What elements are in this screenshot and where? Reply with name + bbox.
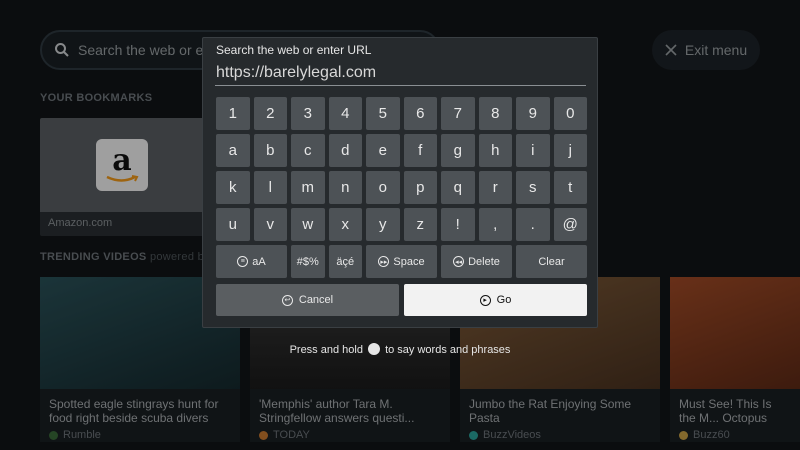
keyboard-keys: 1 2 3 4 5 6 7 8 9 0 a b c d e f g h i j … xyxy=(216,97,587,282)
dialog-actions: ↩ Cancel ▸ Go xyxy=(216,284,587,316)
case-toggle-key[interactable]: ≡ aA xyxy=(216,245,287,278)
key[interactable]: v xyxy=(253,208,287,241)
key[interactable]: 7 xyxy=(441,97,475,130)
key[interactable]: 5 xyxy=(366,97,400,130)
key[interactable]: f xyxy=(403,134,437,167)
back-icon: ↩ xyxy=(281,294,293,306)
key[interactable]: j xyxy=(553,134,587,167)
key[interactable]: z xyxy=(403,208,437,241)
key[interactable]: s xyxy=(516,171,550,204)
key[interactable]: 6 xyxy=(403,97,437,130)
clear-key[interactable]: Clear xyxy=(516,245,587,278)
key[interactable]: 4 xyxy=(328,97,362,130)
key-row-letters-1: a b c d e f g h i j xyxy=(216,134,587,167)
keyboard-dialog: Search the web or enter URL https://bare… xyxy=(202,37,598,328)
key[interactable]: d xyxy=(328,134,362,167)
dialog-title: Search the web or enter URL xyxy=(216,43,372,57)
space-label: Space xyxy=(393,255,425,268)
key[interactable]: 3 xyxy=(291,97,325,130)
key[interactable]: g xyxy=(441,134,475,167)
play-pause-icon: ▸ xyxy=(479,294,491,306)
key[interactable]: y xyxy=(366,208,400,241)
key[interactable]: p xyxy=(403,171,437,204)
key-row-functions: ≡ aA #$% äçé ▸▸ Space ◂◂ Delete Clear xyxy=(216,245,587,278)
key[interactable]: , xyxy=(478,208,512,241)
delete-label: Delete xyxy=(468,255,500,268)
key[interactable]: . xyxy=(516,208,550,241)
case-toggle-label: aA xyxy=(252,255,266,268)
rewind-icon: ◂◂ xyxy=(453,256,465,267)
accents-key[interactable]: äçé xyxy=(328,245,362,278)
go-label: Go xyxy=(496,294,512,306)
key[interactable]: b xyxy=(253,134,287,167)
url-input[interactable]: https://barelylegal.com xyxy=(215,64,586,86)
key[interactable]: q xyxy=(441,171,475,204)
key[interactable]: 8 xyxy=(478,97,512,130)
key[interactable]: u xyxy=(216,208,250,241)
menu-button-icon: ≡ xyxy=(237,256,249,267)
key[interactable]: 0 xyxy=(553,97,587,130)
key-row-numbers: 1 2 3 4 5 6 7 8 9 0 xyxy=(216,97,587,130)
key[interactable]: @ xyxy=(553,208,587,241)
key[interactable]: x xyxy=(328,208,362,241)
key[interactable]: c xyxy=(291,134,325,167)
key[interactable]: e xyxy=(366,134,400,167)
delete-key[interactable]: ◂◂ Delete xyxy=(441,245,512,278)
key[interactable]: l xyxy=(253,171,287,204)
key[interactable]: k xyxy=(216,171,250,204)
key[interactable]: i xyxy=(516,134,550,167)
key[interactable]: w xyxy=(291,208,325,241)
space-key[interactable]: ▸▸ Space xyxy=(366,245,437,278)
key-row-letters-3: u v w x y z ! , . @ xyxy=(216,208,587,241)
key[interactable]: 9 xyxy=(516,97,550,130)
key[interactable]: ! xyxy=(441,208,475,241)
go-button[interactable]: ▸ Go xyxy=(404,284,587,316)
voice-hint: Press and hold to say words and phrases xyxy=(289,343,511,356)
key[interactable]: r xyxy=(478,171,512,204)
symbols-key[interactable]: #$% xyxy=(291,245,325,278)
cancel-button[interactable]: ↩ Cancel xyxy=(216,284,399,316)
key[interactable]: 1 xyxy=(216,97,250,130)
key[interactable]: h xyxy=(478,134,512,167)
key[interactable]: n xyxy=(328,171,362,204)
key[interactable]: 2 xyxy=(253,97,287,130)
fast-forward-icon: ▸▸ xyxy=(378,256,390,267)
key[interactable]: a xyxy=(216,134,250,167)
key[interactable]: o xyxy=(366,171,400,204)
key[interactable]: t xyxy=(553,171,587,204)
key[interactable]: m xyxy=(291,171,325,204)
cancel-label: Cancel xyxy=(298,294,334,306)
microphone-icon xyxy=(368,343,381,355)
key-row-letters-2: k l m n o p q r s t xyxy=(216,171,587,204)
